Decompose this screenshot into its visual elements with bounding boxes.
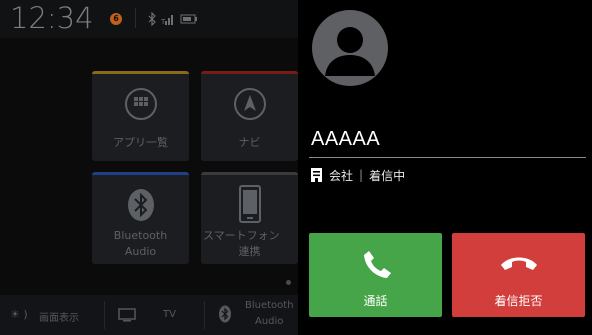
incoming-call-panel: AAAAA 会社 | 着信中 通話 着信拒否 <box>298 0 592 335</box>
bottom-divider <box>104 301 105 329</box>
display-settings-button[interactable]: ☀︎ ) 画面表示 <box>6 295 100 335</box>
tile-smartphone-link[interactable]: スマートフォン 連携 <box>201 172 298 264</box>
smartphone-icon <box>238 185 261 223</box>
tv-icon <box>118 308 136 322</box>
bluetooth-icon <box>127 189 154 221</box>
tile-navi[interactable]: ナビ <box>201 71 298 161</box>
tile-label: ナビ <box>238 136 261 149</box>
tv-label: TV <box>163 309 176 320</box>
bluetooth-status-icon <box>148 12 156 26</box>
tile-label-line2: 連携 <box>238 245 261 258</box>
battery-icon <box>180 14 197 24</box>
tile-label-line1: スマートフォン <box>203 229 280 242</box>
brightness-icon: ☀︎ ) <box>10 308 28 321</box>
decline-button[interactable]: 着信拒否 <box>452 233 585 317</box>
phone-answer-icon <box>364 251 391 278</box>
signal-strength-icon: T <box>160 15 173 26</box>
bt-label-line2: Audio <box>255 316 284 327</box>
tile-label: アプリ一覧 <box>113 136 168 149</box>
tile-app-list[interactable]: アプリ一覧 <box>92 71 189 161</box>
notification-badge: 6 <box>110 13 122 25</box>
clock: 12:34 <box>10 1 94 35</box>
navigation-arrow-icon <box>233 88 266 120</box>
tile-label-line2: Audio <box>124 245 157 258</box>
divider <box>309 157 586 158</box>
tile-accent <box>92 172 189 175</box>
call-status: 着信中 <box>369 168 406 183</box>
bottom-divider <box>204 301 205 329</box>
person-icon <box>325 27 375 76</box>
answer-label: 通話 <box>363 294 388 308</box>
phone-hangup-icon <box>501 257 537 270</box>
tile-accent <box>201 172 298 175</box>
page-indicator <box>286 280 291 285</box>
tile-accent <box>201 71 298 74</box>
tile-accent <box>92 71 189 74</box>
separator: | <box>359 168 364 182</box>
answer-button[interactable]: 通話 <box>309 233 442 317</box>
caller-avatar <box>312 10 388 86</box>
status-bar: 12:34 6 T <box>0 0 298 38</box>
tile-bluetooth-audio[interactable]: Bluetooth Audio <box>92 172 189 264</box>
status-icons: T <box>148 12 197 26</box>
svg-text:T: T <box>160 18 166 26</box>
call-info: 会社 | 着信中 <box>310 166 405 184</box>
display-label: 画面表示 <box>39 313 79 324</box>
tile-label-line1: Bluetooth <box>113 229 168 242</box>
tv-button[interactable]: TV <box>108 295 202 335</box>
building-icon <box>311 168 322 182</box>
bluetooth-audio-button[interactable]: Bluetooth Audio <box>208 295 298 335</box>
status-divider <box>135 8 136 28</box>
caller-category: 会社 <box>329 168 354 183</box>
home-screen-background: 12:34 6 T アプリ一覧 ナビ Bluetooth Audio スマートフ… <box>0 0 298 335</box>
bottom-bar: ☀︎ ) 画面表示 TV Bluetooth Audio <box>0 295 298 335</box>
app-grid-icon <box>124 88 157 120</box>
caller-name: AAAAA <box>311 128 381 150</box>
bluetooth-icon <box>219 305 231 323</box>
bt-label-line1: Bluetooth <box>245 300 294 311</box>
decline-label: 着信拒否 <box>494 294 543 308</box>
